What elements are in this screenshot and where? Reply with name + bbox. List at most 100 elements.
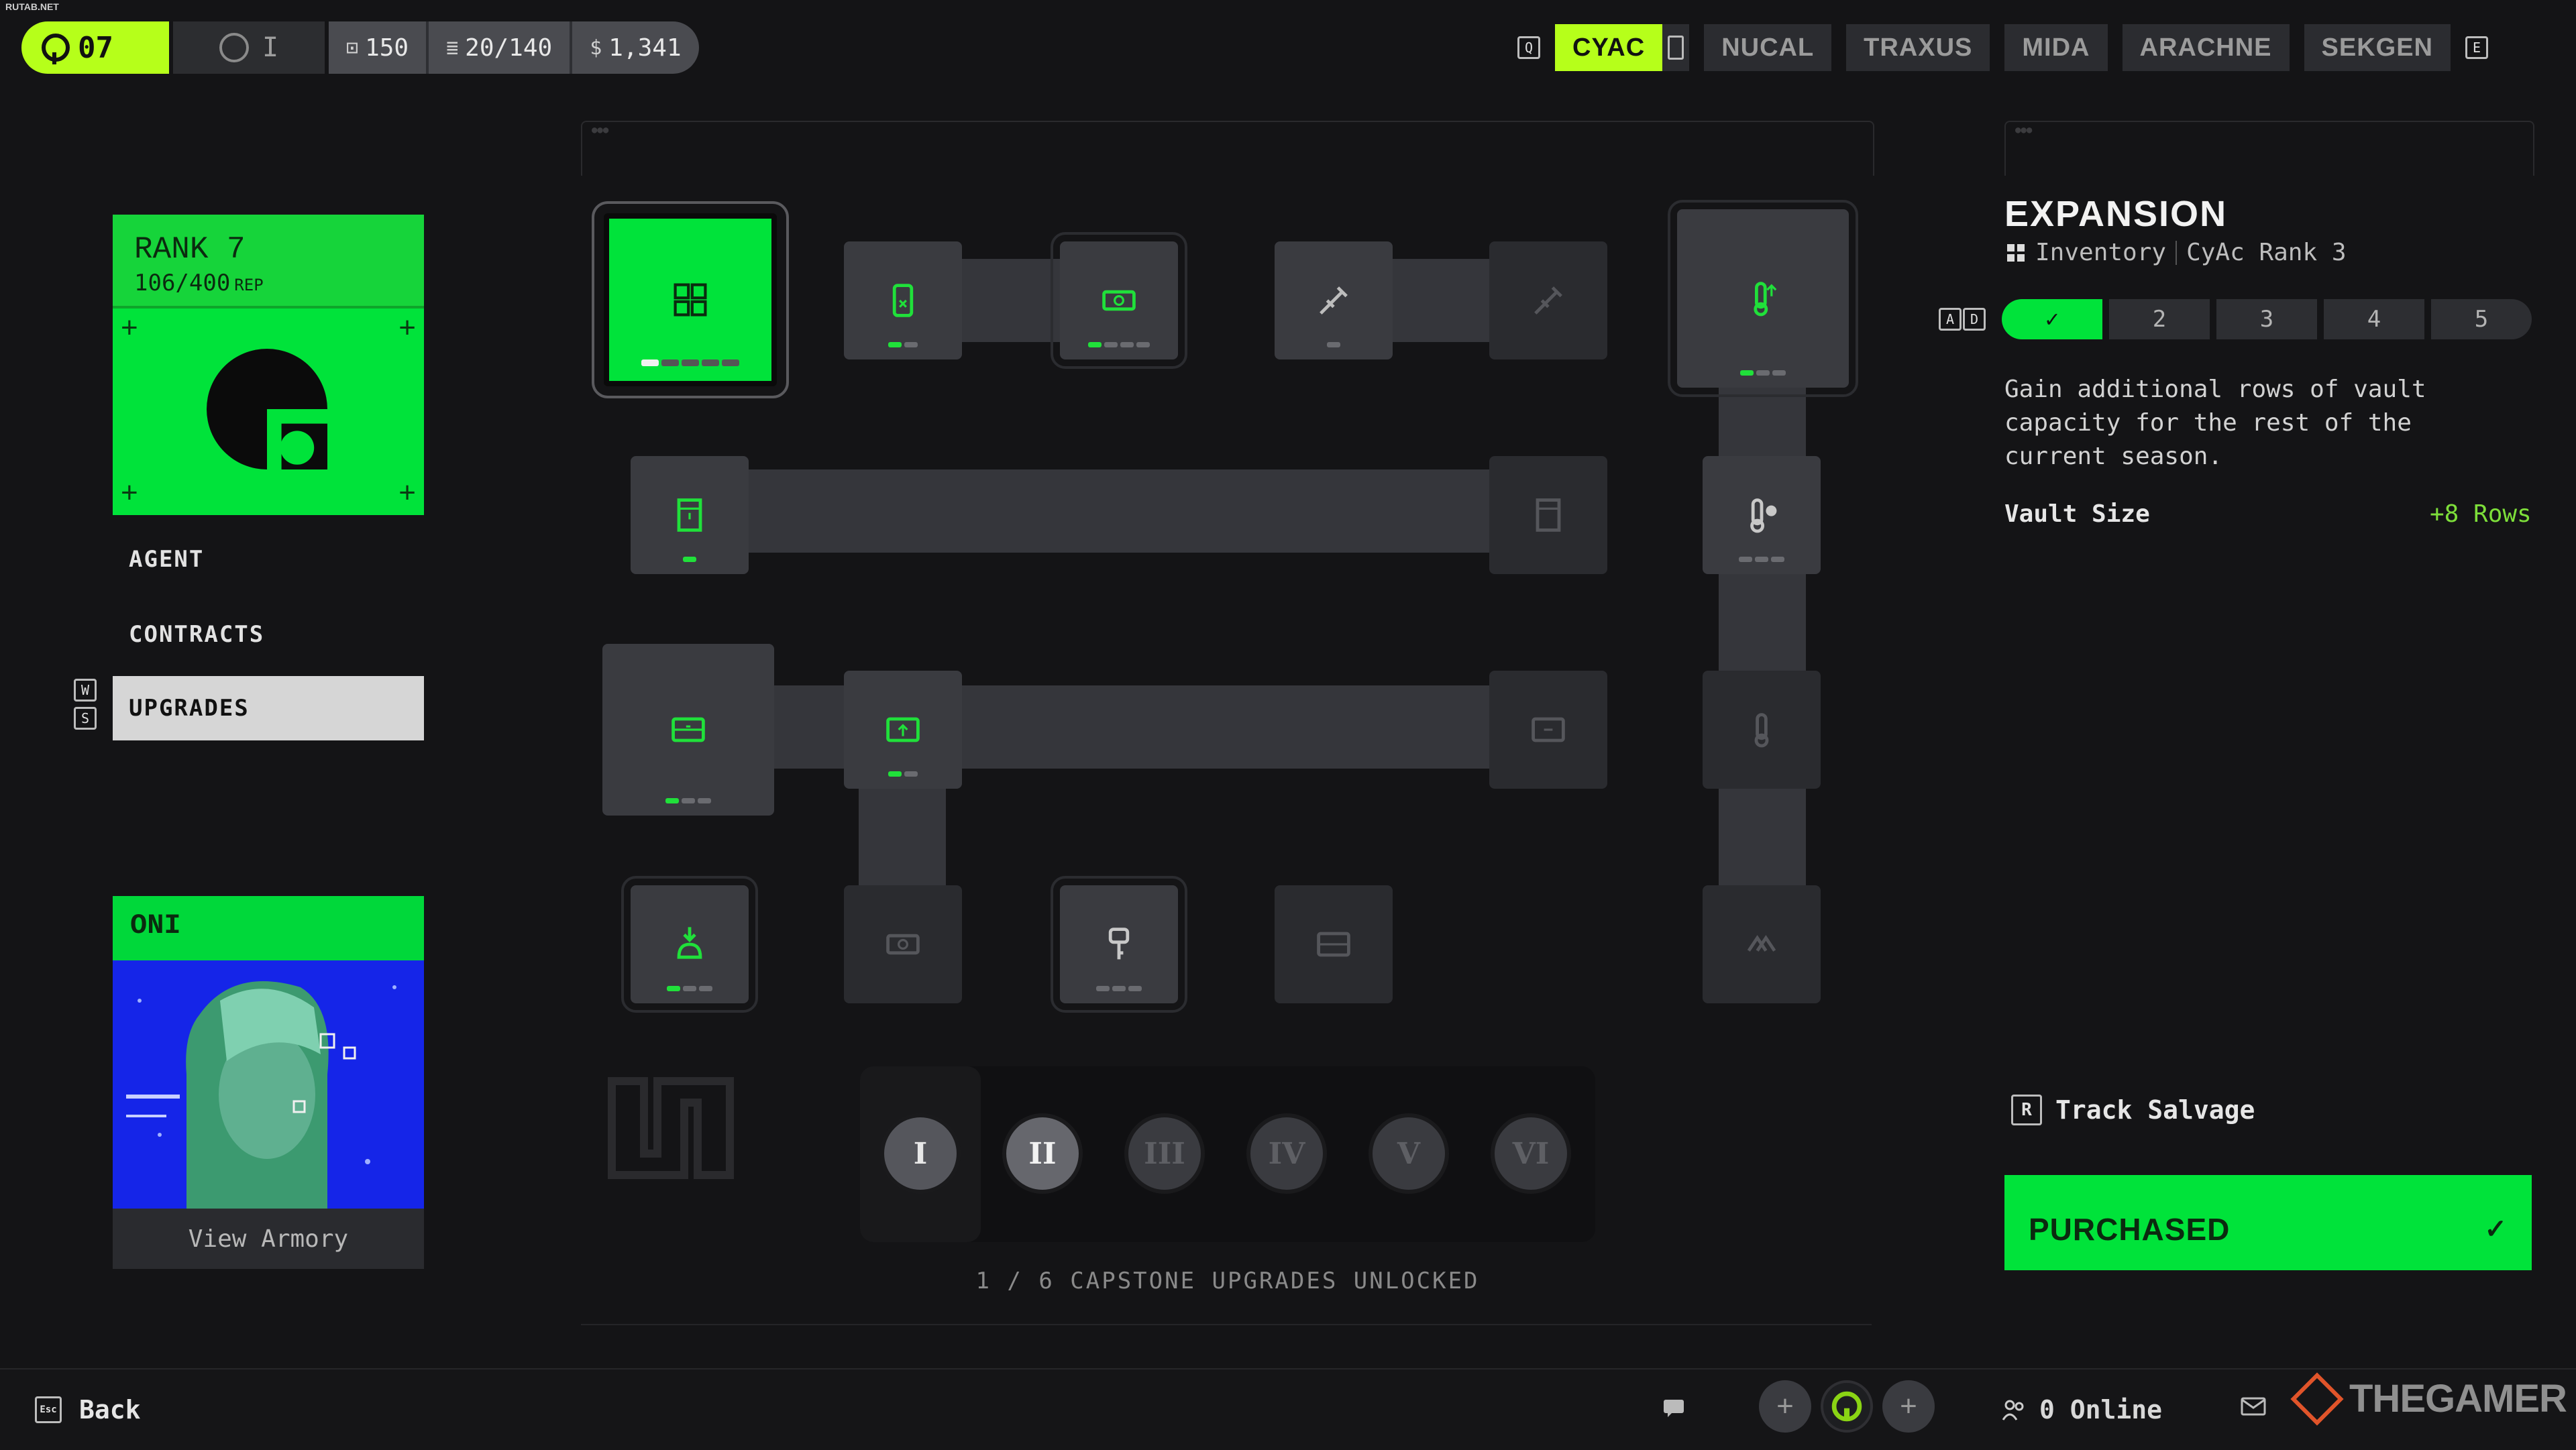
prestige-badge[interactable]: I — [173, 21, 325, 74]
upgrade-progress — [683, 557, 696, 562]
tree-connector — [738, 469, 1516, 553]
upgrade-progress — [1088, 342, 1150, 347]
nav-down-key[interactable]: S — [74, 707, 97, 730]
upgrade-requirement: CyAc Rank 3 — [2186, 239, 2347, 266]
upgrade-node-locked[interactable] — [1703, 885, 1821, 1003]
upgrade-node[interactable] — [1668, 200, 1858, 397]
next-faction-key[interactable]: E — [2465, 36, 2488, 59]
tier-4[interactable]: 4 — [2324, 299, 2424, 339]
syringe-locked-icon — [1534, 286, 1562, 315]
view-armory-button[interactable]: View Armory — [113, 1209, 424, 1269]
mail-icon[interactable] — [2241, 1395, 2266, 1422]
grid-icon — [674, 283, 707, 317]
faction-tab-mida[interactable]: MIDA — [2004, 24, 2108, 71]
nav-agent[interactable]: AGENT — [113, 527, 424, 592]
upgrade-node-locked[interactable] — [1703, 671, 1821, 789]
crate-icon: ⊡ — [346, 36, 359, 60]
faction-tab-nucal[interactable]: NUCAL — [1704, 24, 1832, 71]
faction-tab-sekgen[interactable]: SEKGEN — [2304, 24, 2451, 71]
rank-rep-value: 106/400 — [134, 270, 231, 296]
upgrade-progress — [1096, 986, 1142, 991]
stat-backpack-value: 20/140 — [465, 34, 553, 62]
faction-tabs: Q CYAC NUCAL TRAXUS MIDA ARACHNE SEKGEN … — [1517, 24, 2488, 71]
nav-contracts[interactable]: CONTRACTS — [113, 602, 424, 667]
tier-selector: A D ✓ 2 3 4 5 — [1939, 299, 2532, 339]
corner-plus-icon: + — [121, 476, 138, 509]
faction-tab-arachne[interactable]: ARACHNE — [2122, 24, 2290, 71]
capstone-3[interactable]: III — [1124, 1113, 1205, 1194]
check-icon: ✓ — [2484, 1215, 2508, 1244]
upgrade-node[interactable] — [844, 671, 962, 789]
nav-upgrades[interactable]: UPGRADES — [113, 676, 424, 740]
syringe-upgrade-icon — [1320, 286, 1348, 315]
upgrade-node[interactable] — [1051, 232, 1187, 369]
faction-emblem-watermark-icon — [608, 1077, 734, 1179]
faction-tab-traxus[interactable]: TRAXUS — [1846, 24, 1990, 71]
capstone-4[interactable]: IV — [1246, 1113, 1327, 1194]
purchase-label: PURCHASED — [2029, 1212, 2231, 1247]
track-salvage-key: R — [2011, 1095, 2042, 1125]
player-level: 07 — [78, 30, 113, 65]
faction-info-icon[interactable] — [1662, 24, 1690, 71]
chat-icon[interactable] — [1662, 1398, 1685, 1425]
upgrade-node[interactable] — [602, 644, 774, 816]
upgrade-node-locked[interactable] — [1489, 456, 1607, 574]
capstone-track-backdrop — [860, 1066, 1595, 1242]
character-name: ONI — [113, 896, 424, 960]
key-upgrade-icon — [1108, 928, 1130, 960]
player-avatar[interactable] — [1821, 1380, 1873, 1433]
upgrade-node-locked[interactable] — [1275, 885, 1393, 1003]
detail-frame-top: ●●● — [2004, 121, 2534, 176]
upgrade-node-locked[interactable] — [844, 885, 962, 1003]
storage-locked-icon — [1317, 932, 1350, 957]
tier-1[interactable]: ✓ — [2002, 299, 2102, 339]
tier-prev-key[interactable]: A — [1939, 308, 1962, 331]
upgrade-node[interactable] — [1051, 876, 1187, 1013]
upgrade-node[interactable] — [631, 456, 749, 574]
tier-5[interactable]: 5 — [2431, 299, 2532, 339]
player-level-badge[interactable]: 07 — [21, 21, 169, 74]
thermometer-up-icon — [1754, 282, 1777, 317]
upgrade-progress — [888, 771, 918, 777]
site-logo: THEGAMER — [2290, 1372, 2567, 1426]
tier-3[interactable]: 3 — [2216, 299, 2317, 339]
invite-slot-plus-icon[interactable]: + — [1882, 1380, 1935, 1433]
nav-up-key[interactable]: W — [74, 679, 97, 702]
purchase-button[interactable]: PURCHASED ✓ — [2004, 1175, 2532, 1270]
cash-locked-icon — [886, 934, 920, 955]
character-card[interactable]: ONI View Armory — [113, 896, 424, 1269]
invite-slot-plus-icon[interactable]: + — [1759, 1380, 1811, 1433]
stat-crates: ⊡ 150 — [329, 21, 429, 74]
currency-stats: ⊡ 150 ≣ 20/140 $ 1,341 — [329, 21, 699, 74]
divider — [2176, 240, 2178, 265]
capstone-2[interactable]: II — [1002, 1113, 1083, 1194]
upgrade-node-locked[interactable] — [1489, 241, 1607, 359]
upgrade-node[interactable] — [844, 241, 962, 359]
tier-2[interactable]: 2 — [2109, 299, 2210, 339]
tier-next-key[interactable]: D — [1963, 308, 1986, 331]
track-salvage-button[interactable]: R Track Salvage — [2011, 1095, 2255, 1125]
faction-tab-cyac[interactable]: CYAC — [1555, 24, 1663, 71]
faction-rank-card: RANK 7 106/400 REP + + + + — [113, 215, 424, 515]
faction-tab-cyac-group: CYAC — [1555, 24, 1690, 71]
player-avatar-icon — [1831, 1391, 1862, 1422]
capstone-5[interactable]: V — [1368, 1113, 1449, 1194]
capstone-track: I II III IV V VI — [860, 1066, 1595, 1242]
capstone-summary: 1 / 6 CAPSTONE UPGRADES UNLOCKED — [975, 1268, 1480, 1294]
capstone-6[interactable]: VI — [1491, 1113, 1571, 1194]
upgrade-node-expansion-selected[interactable] — [592, 201, 789, 398]
capstone-1[interactable]: I — [880, 1113, 961, 1194]
upgrade-description: Gain additional rows of vault capacity f… — [2004, 376, 2426, 470]
upgrade-node[interactable] — [621, 876, 758, 1013]
upgrade-node-locked[interactable] — [1489, 671, 1607, 789]
tier-keys: A D — [1939, 308, 1986, 331]
online-friends[interactable]: 0 Online — [2000, 1395, 2162, 1425]
inventory-grid-icon — [2007, 243, 2025, 262]
upgrade-node[interactable] — [1703, 456, 1821, 574]
track-salvage-label: Track Salvage — [2055, 1095, 2255, 1125]
back-button[interactable]: Esc Back — [35, 1395, 141, 1425]
faction-logo-area: + + + + — [113, 309, 424, 512]
prev-faction-key[interactable]: Q — [1517, 36, 1540, 59]
rank-rep: 106/400 REP — [134, 270, 402, 296]
upgrade-node[interactable] — [1275, 241, 1393, 359]
